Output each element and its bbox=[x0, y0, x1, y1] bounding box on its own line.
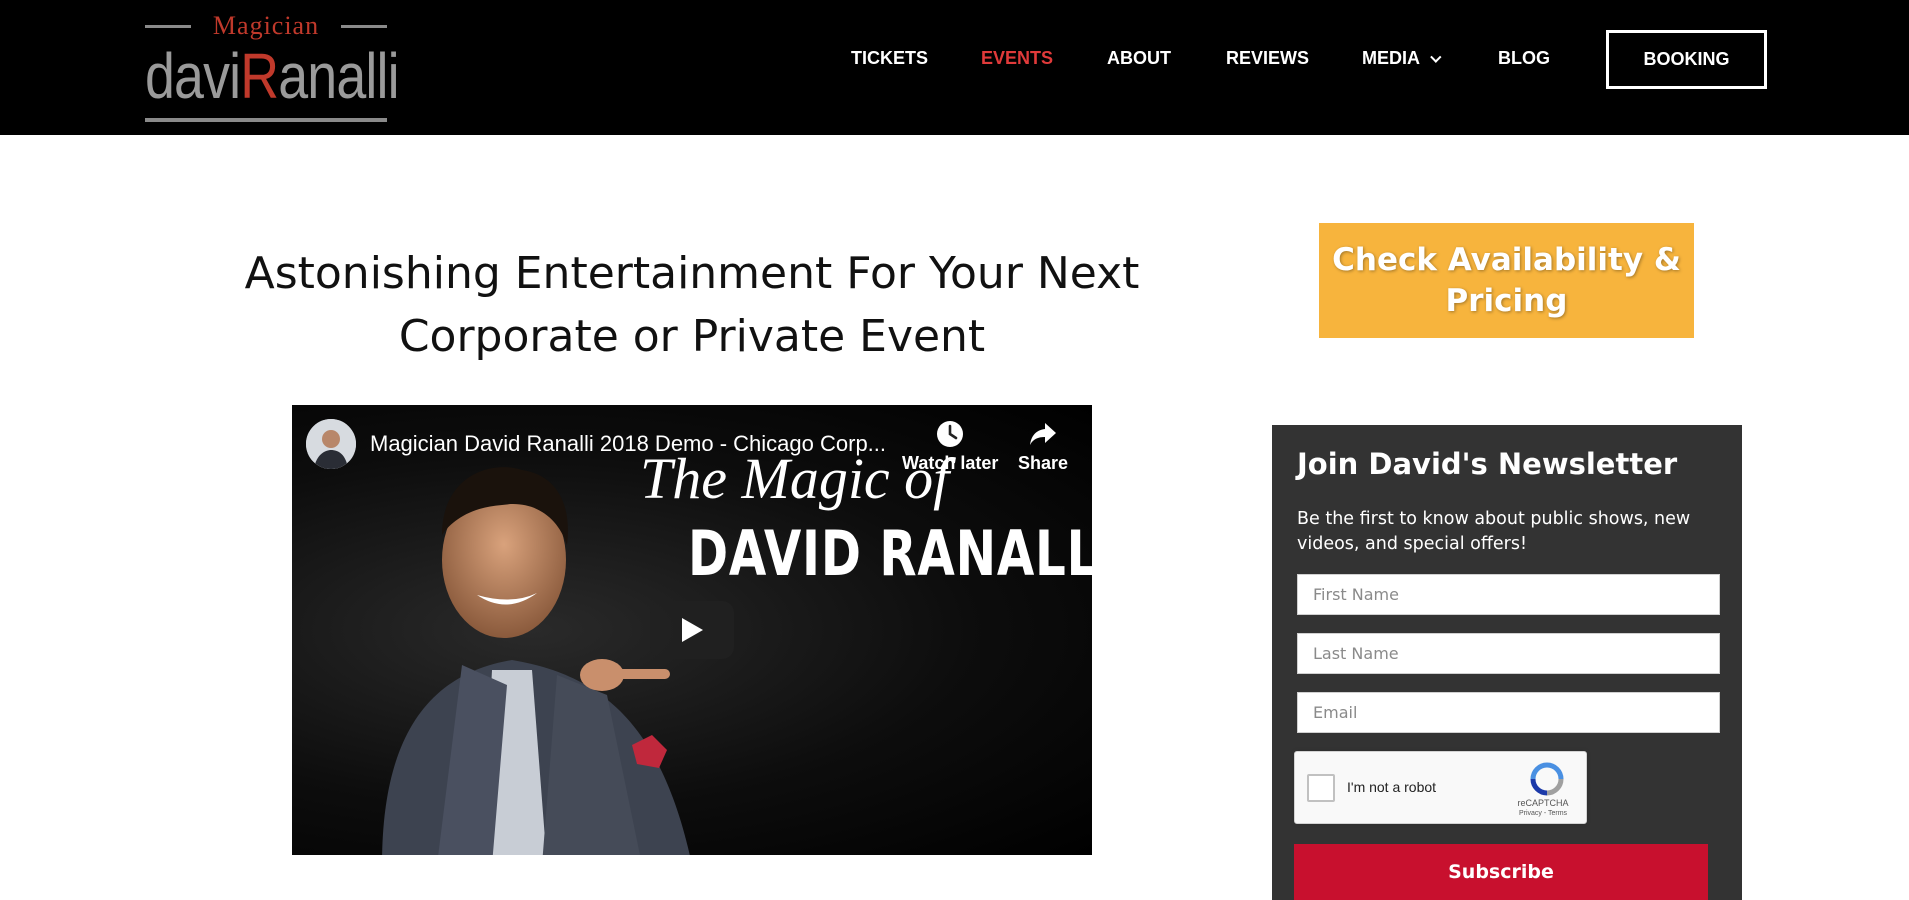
logo-top-row: Magician bbox=[145, 11, 387, 40]
nav-item-events[interactable]: EVENTS bbox=[981, 48, 1053, 69]
share-label: Share bbox=[1018, 453, 1069, 473]
video-player[interactable]: Magician David Ranalli 2018 Demo - Chica… bbox=[292, 405, 1092, 855]
nav-item-tickets[interactable]: TICKETS bbox=[851, 48, 928, 69]
logo-rule-left bbox=[145, 24, 191, 28]
recaptcha-widget: I'm not a robot reCAPTCHA Privacy - Term… bbox=[1294, 751, 1587, 824]
cta-line-2: Pricing bbox=[1445, 282, 1568, 319]
newsletter-title: Join David's Newsletter bbox=[1297, 447, 1678, 481]
play-button[interactable] bbox=[650, 601, 734, 659]
subscribe-button[interactable]: Subscribe bbox=[1294, 844, 1708, 900]
nav-item-media[interactable]: MEDIA bbox=[1362, 48, 1442, 69]
recaptcha-brand: reCAPTCHA bbox=[1517, 798, 1569, 808]
site-header: Magician daviRanalli TICKETS EVENTS ABOU… bbox=[0, 0, 1909, 135]
recaptcha-checkbox[interactable] bbox=[1307, 774, 1335, 802]
recaptcha-links[interactable]: Privacy - Terms bbox=[1505, 810, 1581, 817]
check-availability-button[interactable]: Check Availability & Pricing bbox=[1319, 223, 1694, 338]
cta-line-1: Check Availability & bbox=[1332, 241, 1681, 278]
first-name-field[interactable] bbox=[1297, 574, 1720, 615]
channel-avatar[interactable] bbox=[306, 419, 356, 469]
nav-item-reviews[interactable]: REVIEWS bbox=[1226, 48, 1309, 69]
newsletter-panel: Join David's Newsletter Be the first to … bbox=[1272, 425, 1742, 900]
play-icon bbox=[682, 618, 703, 642]
headline-line-1: Astonishing Entertainment For Your Next bbox=[244, 248, 1140, 299]
recaptcha-icon bbox=[1530, 762, 1564, 796]
recaptcha-label: I'm not a robot bbox=[1347, 779, 1437, 795]
site-logo[interactable]: Magician daviRanalli bbox=[145, 11, 400, 124]
logo-name-part2: analli bbox=[278, 40, 399, 112]
video-overlay-name: DAVID RANALLI bbox=[688, 517, 1092, 590]
logo-name-accent: R bbox=[240, 40, 279, 112]
headline-line-2: Corporate or Private Event bbox=[398, 311, 986, 362]
nav-item-media-label: MEDIA bbox=[1362, 48, 1420, 68]
logo-name-text: daviRanalli bbox=[145, 36, 400, 116]
channel-avatar-image bbox=[306, 419, 356, 469]
video-overlay-script: The Magic of bbox=[640, 446, 950, 511]
chevron-down-icon bbox=[1430, 51, 1442, 63]
nav-item-blog[interactable]: BLOG bbox=[1498, 48, 1550, 69]
logo-rule-bottom bbox=[145, 118, 387, 122]
newsletter-description: Be the first to know about public shows,… bbox=[1297, 509, 1691, 554]
nav-item-about[interactable]: ABOUT bbox=[1107, 48, 1171, 69]
page-headline: Astonishing Entertainment For Your Next … bbox=[170, 242, 1214, 368]
share-icon bbox=[1030, 423, 1057, 445]
logo-rule-right bbox=[341, 24, 387, 28]
share-button[interactable]: Share bbox=[1018, 419, 1068, 474]
email-field[interactable] bbox=[1297, 692, 1720, 733]
last-name-field[interactable] bbox=[1297, 633, 1720, 674]
booking-button[interactable]: BOOKING bbox=[1606, 30, 1767, 89]
logo-name-part1: davi bbox=[145, 40, 241, 112]
